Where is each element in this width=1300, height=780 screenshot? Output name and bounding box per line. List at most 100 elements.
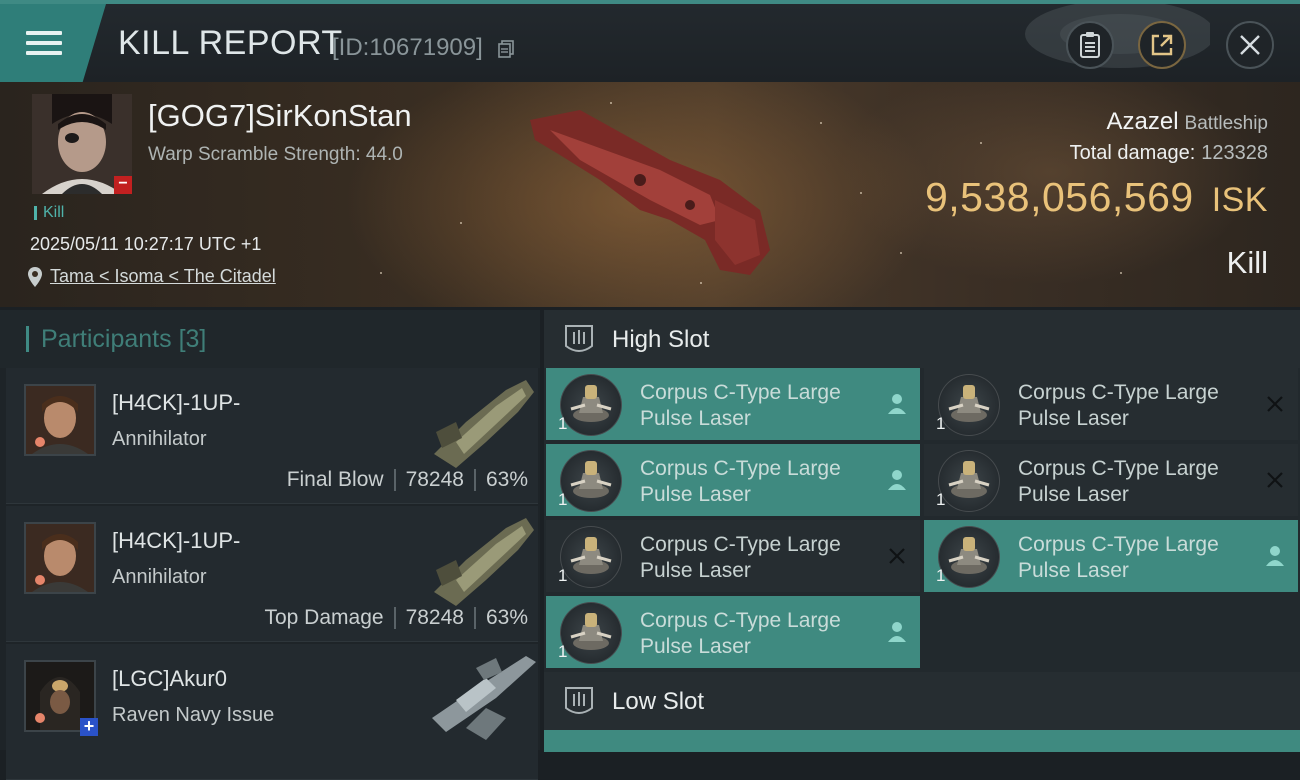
laser-module-icon (938, 450, 1000, 512)
isk-value: 9,538,056,569 ISK (925, 174, 1268, 221)
stat-divider (393, 469, 396, 491)
module-tile[interactable]: 1 Corpus C-Type Large Pulse Laser (546, 596, 920, 668)
location-pin-icon (28, 266, 42, 287)
module-quantity: 1 (936, 414, 946, 433)
module-name-line2: Pulse Laser (640, 407, 751, 430)
module-name-line1: Corpus C-Type Large (1018, 381, 1219, 404)
module-name-line2: Pulse Laser (640, 559, 751, 582)
module-name-line2: Pulse Laser (1018, 407, 1129, 430)
stat-divider (473, 469, 476, 491)
low-slot-icon (565, 687, 593, 714)
participant-ship-image (434, 380, 534, 468)
module-tile[interactable]: 1 Corpus C-Type Large Pulse Laser (546, 444, 920, 516)
share-icon (1151, 34, 1173, 56)
module-name-line1: Corpus C-Type Large (1018, 457, 1219, 480)
module-quantity: 1 (558, 642, 568, 661)
participant-ship-image (432, 656, 536, 740)
participant-name: [H4CK]-1UP- (112, 390, 241, 415)
participant-row[interactable]: + [LGC]Akur0 Raven Navy Issue (6, 644, 538, 780)
kill-tag: Kill (34, 205, 64, 221)
pilot-icon (1266, 546, 1284, 566)
module-tile[interactable]: 1 Corpus C-Type Large Pulse Laser (546, 520, 920, 592)
module-name-line1: Corpus C-Type Large (640, 381, 841, 404)
clipboard-icon (1080, 32, 1100, 58)
copy-icon[interactable] (498, 40, 514, 58)
module-name-line1: Corpus C-Type Large (640, 533, 841, 556)
participant-damage: 78248 (405, 468, 464, 491)
high-slot-icon (565, 325, 593, 352)
top-bar: KILL REPORT [ID:10671909] (0, 0, 1300, 82)
isk-unit: ISK (1211, 181, 1268, 219)
module-tile[interactable]: 1 Corpus C-Type Large Pulse Laser (924, 520, 1298, 592)
portrait-image (26, 386, 94, 454)
total-damage-value: 123328 (1201, 142, 1268, 164)
participants-count: [3] (178, 325, 207, 353)
module-quantity: 1 (558, 490, 568, 509)
participants-title: Participants [3] (26, 326, 206, 352)
stat-divider (473, 607, 476, 629)
high-slot-label: High Slot (612, 326, 710, 353)
kill-location: Tama < Isoma < The Citadel (28, 266, 276, 287)
low-slot-label: Low Slot (612, 688, 705, 715)
share-button[interactable] (1138, 21, 1186, 69)
module-tile[interactable]: 1 Corpus C-Type Large Pulse Laser (924, 368, 1298, 440)
participant-row[interactable]: [H4CK]-1UP- Annihilator Top Damage 78248… (6, 506, 538, 642)
page-title: KILL REPORT (118, 24, 343, 62)
total-damage-label: Total damage: (1069, 142, 1196, 164)
low-slot-module-row[interactable] (544, 730, 1300, 752)
module-quantity: 1 (936, 566, 946, 585)
laser-module-icon (560, 450, 622, 512)
module-name-line2: Pulse Laser (640, 635, 751, 658)
participant-avatar (24, 522, 96, 594)
participants-panel: Participants [3] [H4CK]-1UP- Annihilator… (0, 310, 540, 780)
participant-stats: Final Blow 78248 63% (287, 468, 528, 492)
participant-row[interactable]: [H4CK]-1UP- Annihilator Final Blow 78248… (6, 368, 538, 504)
participant-tag: Final Blow (286, 468, 384, 491)
participant-ship-image (434, 518, 534, 606)
module-quantity: 1 (936, 490, 946, 509)
close-icon (889, 548, 905, 564)
participant-ship: Annihilator (112, 428, 207, 450)
result-label: Kill (1226, 245, 1268, 280)
kill-timestamp: 2025/05/11 10:27:17 UTC +1 (30, 234, 262, 254)
friendly-standing-badge: + (80, 717, 98, 736)
clipboard-button[interactable] (1066, 21, 1114, 69)
participants-header[interactable]: Participants [3] (0, 310, 540, 368)
participant-avatar (24, 384, 96, 456)
fitting-panel: High Slot 1 Corpus C-Type Large Pulse Lase… (544, 310, 1300, 752)
victim-name[interactable]: [GOG7]SirKonStan (148, 98, 412, 134)
close-icon (1267, 472, 1283, 488)
module-tile[interactable]: 1 Corpus C-Type Large Pulse Laser (546, 368, 920, 440)
stat-divider (393, 607, 396, 629)
low-slot-header: Low Slot (544, 672, 1300, 730)
total-damage: Total damage: 123328 (1070, 142, 1268, 165)
laser-module-icon (938, 374, 1000, 436)
module-name-line1: Corpus C-Type Large (640, 609, 841, 632)
laser-module-icon (938, 526, 1000, 588)
ship-name[interactable]: Azazel (1107, 108, 1179, 135)
close-button[interactable] (1226, 21, 1274, 69)
module-name: Corpus C-Type Large Pulse Laser (1018, 456, 1248, 508)
participants-label: Participants (41, 325, 172, 353)
victim-summary: − [GOG7]SirKonStan Warp Scramble Strengt… (0, 82, 1300, 307)
participant-name: [H4CK]-1UP- (112, 528, 241, 553)
hamburger-icon (26, 25, 62, 61)
location-link[interactable]: Tama < Isoma < The Citadel (50, 266, 276, 287)
participant-percent: 63% (485, 468, 528, 491)
module-name-line2: Pulse Laser (1018, 483, 1129, 506)
laser-module-icon (560, 526, 622, 588)
participant-tag: Top Damage (264, 606, 384, 629)
pilot-icon (888, 622, 906, 642)
participant-percent: 63% (485, 606, 528, 629)
pilot-icon (888, 470, 906, 490)
participant-ship: Annihilator (112, 566, 207, 588)
victim-ship-image (530, 110, 770, 275)
menu-button[interactable] (0, 4, 106, 82)
module-name: Corpus C-Type Large Pulse Laser (1018, 532, 1248, 584)
module-tile[interactable]: 1 Corpus C-Type Large Pulse Laser (924, 444, 1298, 516)
report-id: [ID:10671909] (332, 34, 483, 61)
ship-class: Battleship (1184, 113, 1268, 134)
module-name-line1: Corpus C-Type Large (640, 457, 841, 480)
isk-amount: 9,538,056,569 (924, 174, 1194, 220)
laser-module-icon (560, 602, 622, 664)
